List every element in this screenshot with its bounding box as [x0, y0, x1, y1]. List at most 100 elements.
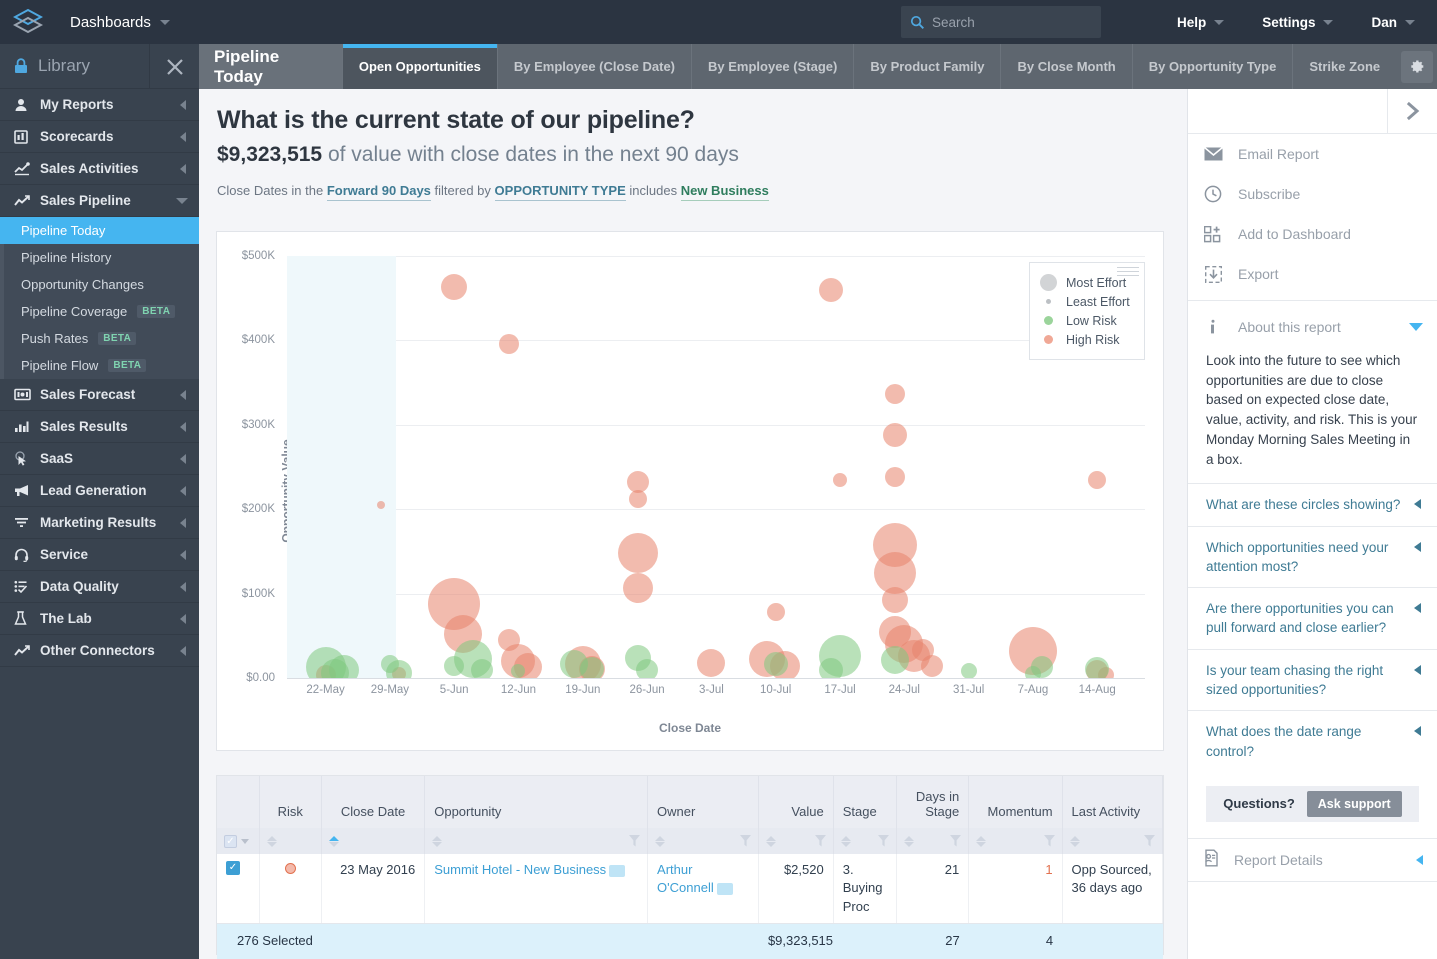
ask-support-button[interactable]: Ask support — [1306, 790, 1402, 817]
sidebar-subitem-opportunity-changes[interactable]: Opportunity Changes — [4, 271, 199, 298]
sidebar-item-sales-pipeline[interactable]: Sales Pipeline — [0, 185, 199, 217]
th-days-in-stage[interactable]: Days in Stage — [896, 776, 970, 828]
th-value[interactable]: Value — [758, 776, 834, 828]
opportunity-link[interactable]: Summit Hotel - New Business — [434, 862, 606, 877]
row-checkbox[interactable]: ✓ — [226, 861, 240, 875]
faq-date-range[interactable]: What does the date range control? — [1188, 710, 1437, 772]
data-bubble[interactable] — [320, 658, 349, 678]
faq-pull-forward[interactable]: Are there opportunities you can pull for… — [1188, 587, 1437, 649]
help-menu[interactable]: Help — [1177, 15, 1225, 30]
th-opportunity[interactable]: Opportunity — [424, 776, 649, 828]
filter-icon[interactable] — [1043, 835, 1055, 847]
sort-days-in-stage[interactable] — [903, 835, 915, 847]
user-menu[interactable]: Dan — [1371, 15, 1415, 30]
th-last-activity[interactable]: Last Activity — [1062, 776, 1164, 828]
filter-risk-cell[interactable] — [259, 828, 322, 854]
sidebar-item-marketing-results[interactable]: Marketing Results — [0, 507, 199, 539]
legend-item[interactable]: High Risk — [1040, 330, 1130, 349]
sidebar-subitem-pipeline-history[interactable]: Pipeline History — [4, 244, 199, 271]
filter-momentum-cell[interactable] — [968, 828, 1063, 854]
data-bubble[interactable] — [885, 383, 906, 404]
sidebar-subitem-pipeline-flow[interactable]: Pipeline Flow BETA — [4, 352, 199, 379]
data-bubble[interactable] — [1088, 470, 1107, 489]
data-bubble[interactable] — [628, 490, 647, 509]
sidebar-item-the-lab[interactable]: The Lab — [0, 603, 199, 635]
crm-link-icon[interactable] — [609, 864, 626, 877]
data-bubble[interactable] — [920, 655, 943, 678]
tab-by-close-month[interactable]: By Close Month — [1000, 44, 1131, 89]
tab-strike-zone[interactable]: Strike Zone — [1292, 44, 1396, 89]
data-bubble[interactable] — [818, 277, 843, 302]
sidebar-subitem-pipeline-today[interactable]: Pipeline Today — [0, 217, 199, 244]
filter-value-control[interactable]: New Business — [680, 183, 769, 201]
filter-owner-cell[interactable] — [647, 828, 760, 854]
about-this-report-toggle[interactable]: About this report — [1188, 307, 1437, 347]
filter-icon[interactable] — [950, 835, 962, 847]
sidebar-subitem-push-rates[interactable]: Push Rates BETA — [4, 325, 199, 352]
data-bubble[interactable] — [763, 651, 788, 676]
data-bubble[interactable] — [883, 422, 908, 447]
data-bubble[interactable] — [960, 663, 977, 678]
date-range-control[interactable]: Forward 90 Days — [326, 183, 431, 201]
export-action[interactable]: Export — [1188, 254, 1437, 294]
th-owner[interactable]: Owner — [647, 776, 760, 828]
data-bubble[interactable] — [617, 533, 658, 574]
sort-close-date[interactable] — [328, 835, 340, 847]
email-report-action[interactable]: Email Report — [1188, 134, 1437, 174]
row-owner-cell[interactable]: Arthur O'Connell — [647, 854, 760, 925]
legend-drag-handle[interactable] — [1116, 267, 1139, 279]
sort-stage[interactable] — [840, 835, 852, 847]
data-bubble[interactable] — [380, 654, 399, 673]
data-bubble[interactable] — [622, 572, 653, 603]
th-select[interactable] — [217, 776, 260, 828]
table-row[interactable]: ✓ 23 May 2016 Summit Hotel - New Busines… — [217, 854, 1164, 925]
row-opportunity-cell[interactable]: Summit Hotel - New Business — [424, 854, 649, 925]
sort-momentum[interactable] — [976, 835, 987, 847]
sidebar-item-service[interactable]: Service — [0, 539, 199, 571]
chart-canvas[interactable]: Opportunity Value Close Date $0.00$100K$… — [217, 232, 1163, 750]
tab-open-opportunities[interactable]: Open Opportunities — [341, 44, 497, 89]
filter-close-date-cell[interactable] — [321, 828, 426, 854]
sidebar-item-scorecards[interactable]: Scorecards — [0, 121, 199, 153]
th-close-date[interactable]: Close Date — [321, 776, 426, 828]
sidebar-item-my-reports[interactable]: My Reports — [0, 89, 199, 121]
filter-days-in-stage-cell[interactable] — [896, 828, 970, 854]
filter-value-cell[interactable] — [758, 828, 834, 854]
layers-logo-icon[interactable] — [0, 8, 56, 36]
sidebar-item-sales-activities[interactable]: Sales Activities — [0, 153, 199, 185]
sidebar-item-sales-results[interactable]: Sales Results — [0, 411, 199, 443]
filter-icon[interactable] — [740, 835, 752, 847]
data-bubble[interactable] — [697, 648, 726, 677]
th-momentum[interactable]: Momentum — [968, 776, 1063, 828]
filter-stage-cell[interactable] — [833, 828, 897, 854]
legend-item[interactable]: Least Effort — [1040, 292, 1130, 311]
close-library-button[interactable] — [149, 44, 199, 89]
tab-by-product-family[interactable]: By Product Family — [853, 44, 1000, 89]
data-bubble[interactable] — [470, 659, 493, 678]
data-bubble[interactable] — [885, 467, 906, 488]
crm-link-icon[interactable] — [716, 883, 733, 896]
filter-last-activity-cell[interactable] — [1062, 828, 1164, 854]
sidebar-item-lead-generation[interactable]: Lead Generation — [0, 475, 199, 507]
data-bubble[interactable] — [882, 587, 909, 614]
tab-settings-button[interactable] — [1396, 44, 1437, 89]
th-risk[interactable]: Risk — [259, 776, 322, 828]
filter-icon[interactable] — [814, 835, 826, 847]
row-select-cell[interactable]: ✓ — [217, 854, 260, 925]
data-bubble[interactable] — [818, 658, 843, 678]
data-bubble[interactable] — [579, 656, 604, 678]
filter-icon[interactable] — [877, 835, 889, 847]
data-bubble[interactable] — [376, 500, 385, 509]
report-details-toggle[interactable]: Report Details — [1188, 837, 1437, 882]
search-box[interactable] — [900, 6, 1101, 38]
data-bubble[interactable] — [441, 274, 468, 301]
sort-owner[interactable] — [655, 835, 666, 847]
filter-opportunity-cell[interactable] — [424, 828, 649, 854]
sidebar-item-sales-forecast[interactable]: Sales Forecast — [0, 379, 199, 411]
faq-right-sized[interactable]: Is your team chasing the right sized opp… — [1188, 648, 1437, 711]
filter-field-control[interactable]: OPPORTUNITY TYPE — [494, 183, 626, 201]
tab-by-employee-close-date[interactable]: By Employee (Close Date) — [496, 44, 691, 89]
chart-legend[interactable]: Most Effort Least Effort Low Risk High Risk — [1029, 262, 1145, 360]
sort-risk[interactable] — [266, 835, 278, 847]
add-to-dashboard-action[interactable]: Add to Dashboard — [1188, 214, 1437, 254]
